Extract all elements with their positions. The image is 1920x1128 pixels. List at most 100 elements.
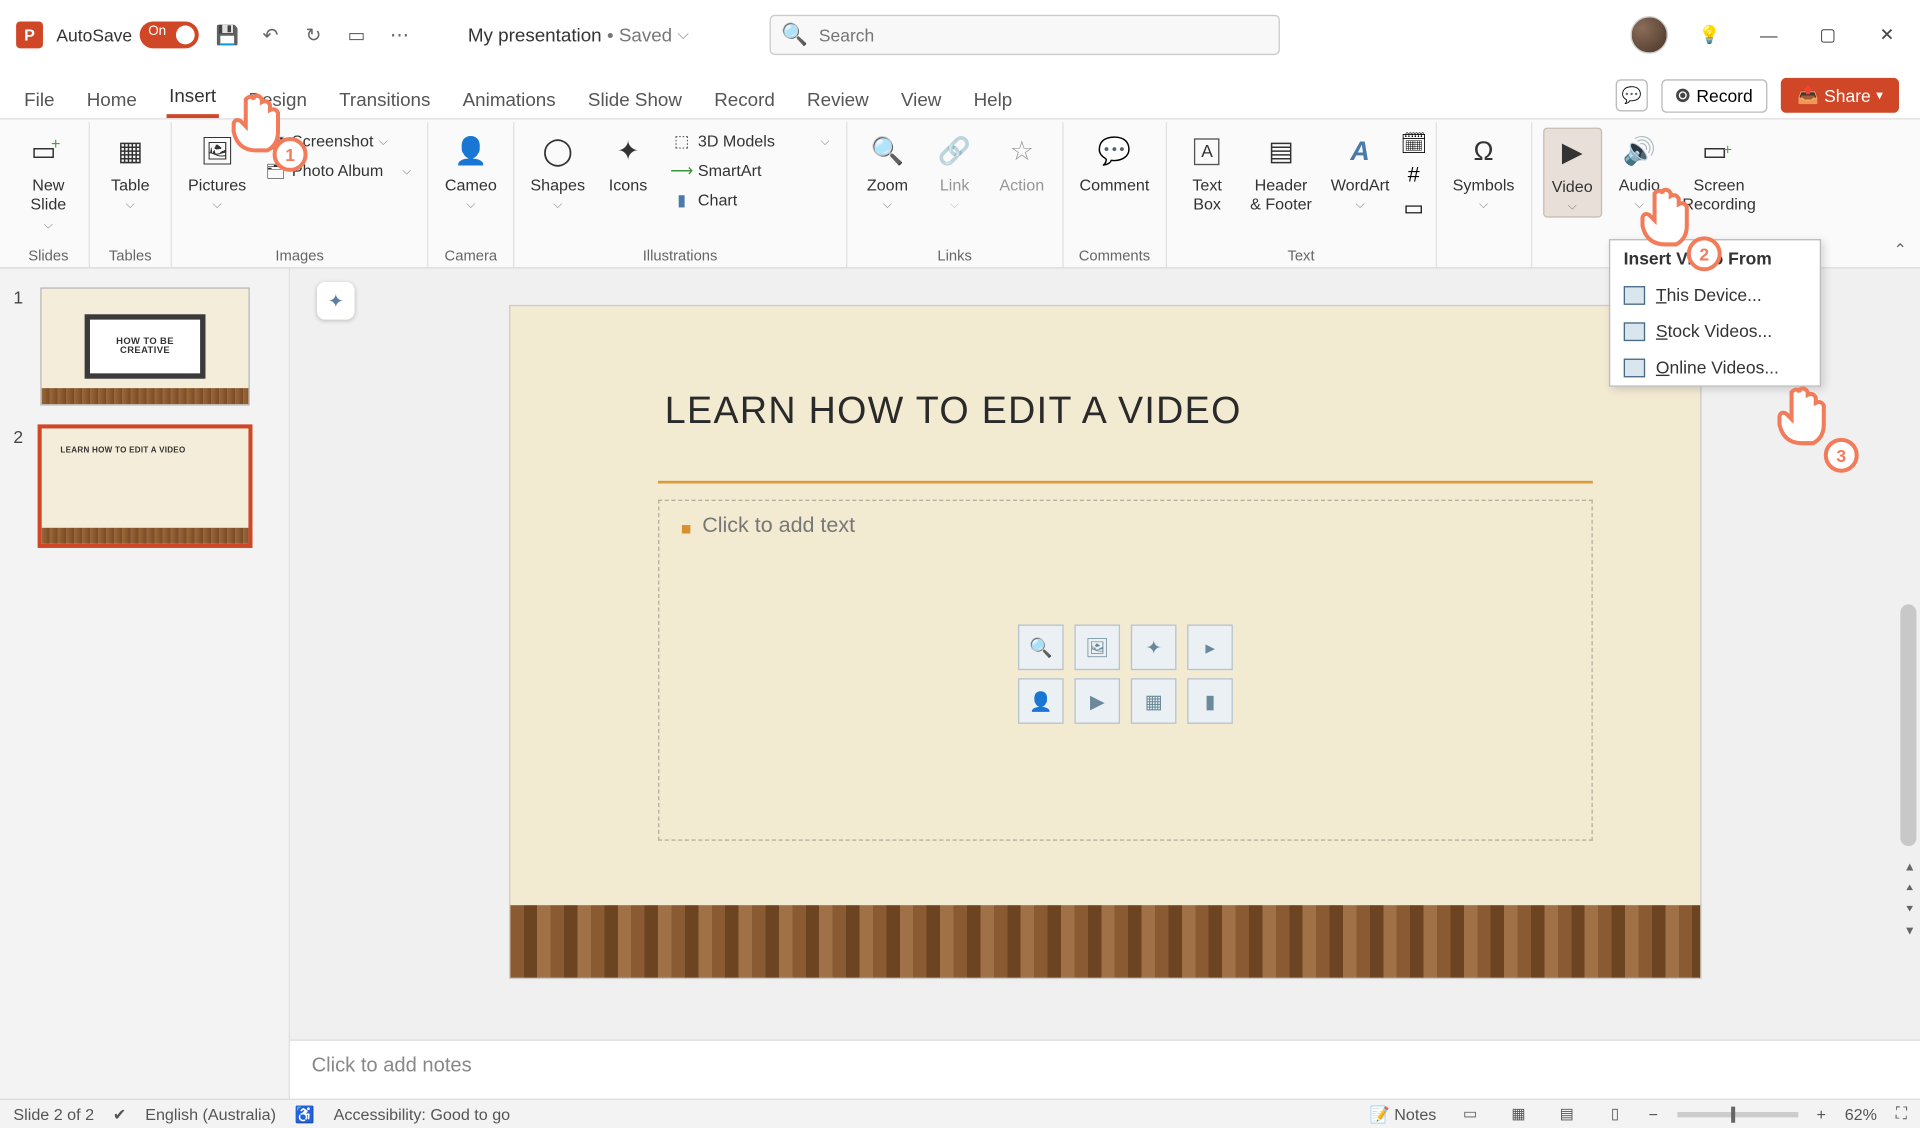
- reading-view-icon[interactable]: ▤: [1552, 1103, 1582, 1124]
- language-status[interactable]: English (Australia): [145, 1105, 276, 1124]
- qat-more-icon[interactable]: ⋯: [385, 20, 415, 50]
- share-button[interactable]: 📤Share▾: [1781, 78, 1899, 113]
- thumbnail-1[interactable]: 1 HOW TO BE CREATIVE: [13, 287, 275, 405]
- copilot-icon[interactable]: ✦: [317, 282, 355, 320]
- zoom-out-icon[interactable]: −: [1649, 1105, 1658, 1124]
- tab-file[interactable]: File: [21, 81, 57, 119]
- zoom-slider[interactable]: [1677, 1111, 1798, 1116]
- tab-help[interactable]: Help: [971, 81, 1015, 119]
- new-slide-button[interactable]: ▭+New Slide⌵: [19, 128, 78, 235]
- photo-album-button[interactable]: 🗂Photo Album⌵: [260, 157, 417, 184]
- insert-cameo-icon[interactable]: 👤: [1018, 678, 1064, 724]
- insert-chart-icon[interactable]: ▮: [1187, 678, 1233, 724]
- textbox-button[interactable]: AText Box: [1178, 128, 1237, 218]
- sorter-view-icon[interactable]: ▦: [1504, 1103, 1534, 1124]
- fit-to-window-icon[interactable]: ⛶: [1896, 1104, 1907, 1124]
- slideshow-view-icon[interactable]: ▯: [1600, 1103, 1630, 1124]
- tab-transitions[interactable]: Transitions: [336, 81, 433, 119]
- link-button[interactable]: 🔗Link⌵: [925, 128, 984, 216]
- 3dmodels-button[interactable]: ⬚3D Models⌵: [666, 128, 835, 155]
- slide-body-placeholder[interactable]: ■Click to add text 🔍 🖼 ✦ ▸ 👤 ▶ ▦ ▮: [658, 500, 1593, 841]
- insert-icon-icon[interactable]: ✦: [1131, 624, 1177, 670]
- accessibility-status[interactable]: Accessibility: Good to go: [334, 1105, 510, 1124]
- save-icon[interactable]: 💾: [213, 20, 243, 50]
- object-icon[interactable]: ▭: [1403, 197, 1424, 218]
- scroll-up-icon[interactable]: ▲: [1899, 860, 1920, 881]
- video-button[interactable]: ▶Video⌵: [1543, 128, 1602, 218]
- notes-pane[interactable]: Click to add notes: [290, 1039, 1920, 1098]
- notes-toggle[interactable]: 📝 Notes: [1370, 1105, 1437, 1124]
- tab-insert[interactable]: Insert: [166, 77, 218, 119]
- tab-design[interactable]: Design: [246, 81, 310, 119]
- next-slide-icon[interactable]: ⯆: [1899, 902, 1920, 923]
- present-icon[interactable]: ▭: [342, 20, 372, 50]
- zoom-level[interactable]: 62%: [1845, 1105, 1877, 1124]
- scroll-down-icon[interactable]: ▼: [1899, 924, 1920, 945]
- comment-button[interactable]: 💬Comment: [1074, 128, 1155, 198]
- redo-icon[interactable]: ↻: [299, 20, 329, 50]
- wordart-button[interactable]: AWordArt⌵: [1325, 128, 1395, 216]
- thumbnail-2[interactable]: 2 LEARN HOW TO EDIT A VIDEO: [13, 427, 275, 545]
- table-button[interactable]: ▦Table⌵: [101, 128, 160, 216]
- insert-picture-icon[interactable]: 🖼: [1074, 624, 1120, 670]
- doc-title[interactable]: My presentation • Saved ⌵: [468, 24, 689, 45]
- pictures-button[interactable]: 🖼Pictures⌵: [183, 128, 252, 216]
- search-input[interactable]: [819, 25, 1268, 45]
- action-button[interactable]: ☆Action: [992, 128, 1051, 198]
- slide-canvas[interactable]: LEARN HOW TO EDIT A VIDEO ■Click to add …: [510, 306, 1700, 978]
- slide-number-icon[interactable]: #: [1403, 165, 1424, 186]
- minimize-icon[interactable]: —: [1751, 17, 1786, 52]
- zoom-button[interactable]: 🔍Zoom⌵: [858, 128, 917, 216]
- zoom-in-icon[interactable]: +: [1816, 1105, 1825, 1124]
- collapse-ribbon-icon[interactable]: ⌃: [1894, 240, 1908, 259]
- smartart-button[interactable]: ⟶SmartArt: [666, 157, 835, 184]
- insert-smartart-icon[interactable]: ▸: [1187, 624, 1233, 670]
- user-avatar[interactable]: [1630, 16, 1668, 54]
- cameo-button[interactable]: 👤Cameo⌵: [439, 128, 502, 216]
- tab-slideshow[interactable]: Slide Show: [585, 81, 684, 119]
- slide-floor-graphic: [510, 905, 1700, 978]
- audio-icon: 🔊: [1618, 130, 1661, 173]
- header-footer-button[interactable]: ▤Header & Footer: [1245, 128, 1318, 218]
- slide-position[interactable]: Slide 2 of 2: [13, 1105, 94, 1124]
- comments-pane-icon[interactable]: 💬: [1616, 79, 1648, 111]
- spell-check-icon[interactable]: ✔: [113, 1105, 127, 1124]
- menu-this-device[interactable]: This Device...: [1610, 277, 1820, 313]
- screen-recording-button[interactable]: ▭+Screen Recording: [1677, 128, 1761, 218]
- date-time-icon[interactable]: 🗓: [1403, 133, 1424, 154]
- menu-online-videos[interactable]: Online Videos...: [1610, 349, 1820, 385]
- audio-button[interactable]: 🔊Audio⌵: [1610, 128, 1669, 216]
- toggle-switch[interactable]: On: [140, 21, 199, 48]
- tab-home[interactable]: Home: [84, 81, 140, 119]
- record-button[interactable]: Record: [1662, 79, 1768, 113]
- thumbnail-panel: 1 HOW TO BE CREATIVE 2 LEARN HOW TO EDIT…: [0, 269, 290, 1099]
- prev-slide-icon[interactable]: ⯅: [1899, 881, 1920, 902]
- icons-button[interactable]: ✦Icons: [598, 128, 657, 198]
- scrollbar-thumb[interactable]: [1900, 604, 1916, 846]
- autosave-toggle[interactable]: AutoSave On: [56, 21, 199, 48]
- maximize-icon[interactable]: ▢: [1810, 17, 1845, 52]
- tab-animations[interactable]: Animations: [460, 81, 558, 119]
- normal-view-icon[interactable]: ▭: [1455, 1103, 1485, 1124]
- close-icon[interactable]: ✕: [1869, 17, 1904, 52]
- slide-title[interactable]: LEARN HOW TO EDIT A VIDEO: [665, 389, 1242, 432]
- shapes-button[interactable]: ◯Shapes⌵: [525, 128, 590, 216]
- menu-stock-videos[interactable]: Stock Videos...: [1610, 313, 1820, 349]
- lightbulb-icon[interactable]: 💡: [1692, 17, 1727, 52]
- record-icon: [1676, 89, 1689, 102]
- chart-button[interactable]: ▮Chart: [666, 187, 835, 214]
- autosave-label: AutoSave: [56, 25, 132, 45]
- group-label-text: Text: [1287, 244, 1314, 267]
- cameo-icon: 👤: [449, 130, 492, 173]
- insert-video-icon[interactable]: ▶: [1074, 678, 1120, 724]
- tab-review[interactable]: Review: [804, 81, 871, 119]
- symbols-button[interactable]: ΩSymbols⌵: [1447, 128, 1520, 216]
- insert-table-icon[interactable]: ▦: [1131, 678, 1177, 724]
- tab-record[interactable]: Record: [712, 81, 778, 119]
- tab-view[interactable]: View: [898, 81, 944, 119]
- insert-stock-image-icon[interactable]: 🔍: [1018, 624, 1064, 670]
- undo-icon[interactable]: ↶: [256, 20, 286, 50]
- search-box[interactable]: 🔍: [769, 15, 1279, 55]
- screenshot-button[interactable]: 📷Screenshot⌵: [260, 128, 417, 155]
- chart-icon: ▮: [671, 189, 692, 210]
